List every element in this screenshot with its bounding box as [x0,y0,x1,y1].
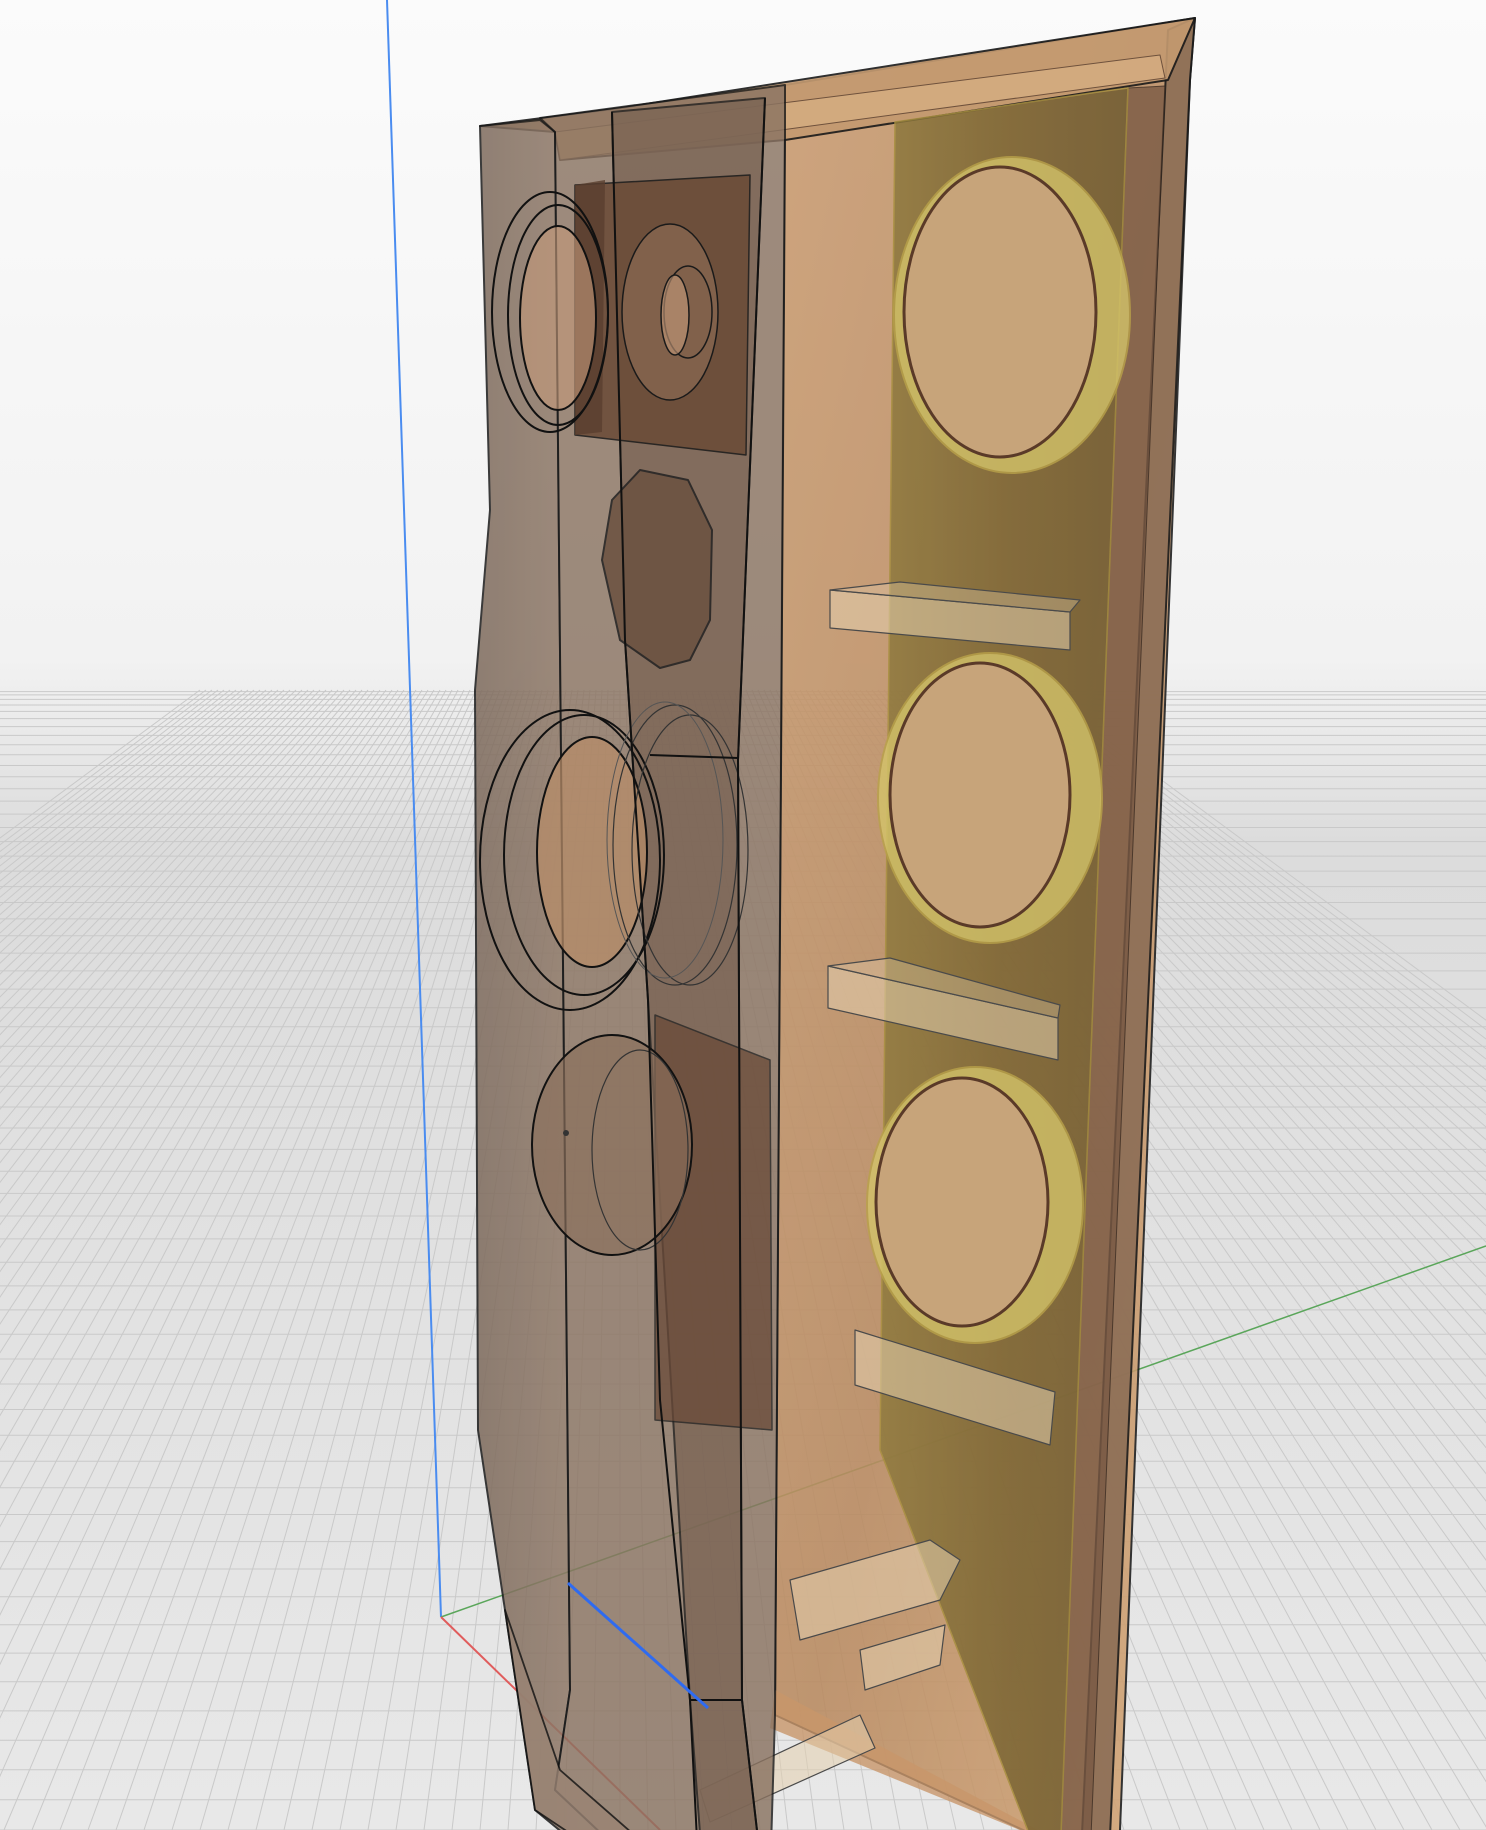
speaker-cabinet[interactable] [474,17,1196,1830]
tweeter[interactable] [621,223,719,401]
woofer-2[interactable] [877,652,1103,944]
woofer-3[interactable] [866,1066,1084,1344]
woofer-1[interactable] [893,156,1131,474]
woofer-1-cutout [902,165,1098,459]
woofer-2-cutout [888,661,1072,929]
mid-driver-upper-cone [519,225,597,411]
mid-driver-lower-cone [536,736,648,968]
passive-radiator-center [563,1130,569,1136]
viewport-canvas[interactable] [0,0,1486,1830]
3d-viewport[interactable] [0,0,1486,1830]
woofer-3-cutout [874,1076,1050,1328]
tweeter-inner [660,274,690,356]
